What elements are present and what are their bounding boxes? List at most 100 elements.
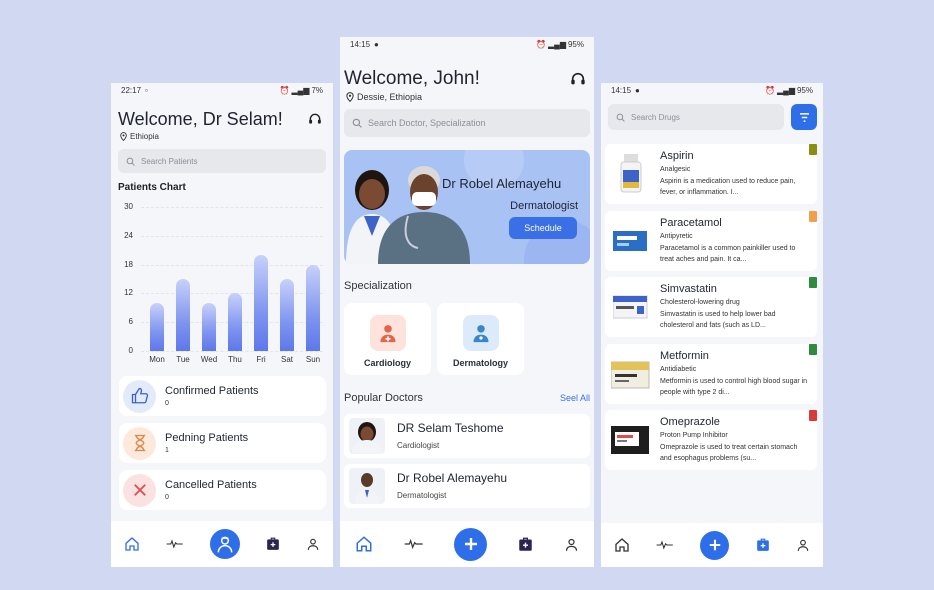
search-input[interactable]: Search Doctor, Specialization [344, 109, 590, 137]
search-input[interactable]: Search Patients [118, 149, 326, 173]
drug-description: Paracetamol is a common painkiller used … [660, 244, 796, 263]
nav-home-button[interactable] [124, 536, 140, 552]
drug-card[interactable]: Paracetamol Antipyretic Paracetamol is a c… [605, 210, 817, 271]
doctor-specialty: Cardiologist [397, 441, 440, 450]
bar-wed [202, 303, 216, 351]
page-title: Welcome, Dr Selam! [118, 109, 283, 129]
drug-category: Antidiabetic [660, 365, 697, 373]
drug-image [611, 221, 651, 261]
x-tick-label: Thu [228, 355, 242, 364]
location: Dessie, Ethiopia [346, 92, 422, 102]
drug-name: Paracetamol [660, 216, 722, 229]
bar-tue [176, 279, 190, 351]
nav-medical-button[interactable] [266, 537, 280, 551]
nav-profile-button[interactable] [796, 538, 810, 552]
nav-home-button[interactable] [614, 537, 630, 553]
bar-fri [254, 255, 268, 351]
bar-sat [280, 279, 294, 351]
status-flag-icon [809, 277, 817, 288]
specialization-card-cardiology[interactable]: Cardiology [344, 303, 431, 375]
bar-mon [150, 303, 164, 351]
y-tick-label: 12 [124, 288, 133, 298]
nav-activity-button[interactable] [404, 538, 424, 550]
profile-icon [565, 538, 577, 551]
status-battery: 95% [796, 85, 813, 95]
medical-box-icon [519, 537, 532, 551]
stat-count: 0 [165, 400, 169, 407]
x-tick-label: Sun [305, 355, 321, 364]
nav-activity-button[interactable] [656, 539, 674, 551]
filter-button[interactable] [791, 104, 817, 130]
nav-add-button[interactable] [700, 530, 730, 560]
specialization-heading: Specialization [344, 280, 412, 292]
stat-card[interactable]: Pedning Patients 1 [119, 423, 326, 463]
status-bar: 22:17 ▫ ⏰ ▂▄▆ 7% [111, 83, 333, 97]
nav-add-button[interactable] [454, 527, 488, 561]
bottom-nav [111, 521, 333, 567]
status-flag-icon [809, 410, 817, 421]
search-placeholder: Search Drugs [631, 112, 680, 122]
status-flag-icon [809, 343, 817, 355]
drug-category: Analgesic [660, 166, 691, 173]
featured-doctor-banner: Dr Robel Alemayehu Dermatologist Schedul… [344, 150, 590, 264]
status-time: 22:17 [121, 85, 142, 95]
drug-card[interactable]: Metformin Antidiabetic Metformin is used t… [605, 343, 817, 404]
drugs-screen: 14:15 ● ⏰ ▂▄▆ 95% Search Drugs Aspirin Analg… [601, 83, 823, 567]
stat-label: Confirmed Patients [165, 385, 259, 397]
thumbs-up-icon [123, 379, 156, 413]
nav-doctor-button[interactable] [210, 529, 240, 559]
nav-profile-button[interactable] [306, 537, 320, 551]
drug-name: Aspirin [660, 150, 694, 162]
specialization-card-dermatology[interactable]: Dermatology [437, 303, 524, 375]
doctor-card[interactable]: Dr Robel Alemayehu Dermatologist [344, 464, 590, 508]
page-title: Welcome, John! [344, 68, 480, 89]
status-flag-icon [809, 210, 817, 222]
nav-medical-button[interactable] [518, 537, 533, 552]
grid-line [141, 351, 323, 352]
y-tick-label: 0 [128, 346, 133, 355]
medical-box-icon [267, 537, 279, 550]
search-icon [126, 157, 135, 166]
y-tick-label: 24 [124, 230, 133, 240]
plus-icon [709, 539, 721, 551]
y-tick-label: 30 [124, 202, 133, 211]
nav-home-button[interactable] [355, 535, 373, 553]
schedule-button[interactable]: Schedule [509, 217, 577, 239]
headset-icon[interactable] [308, 112, 322, 126]
location-label: Ethiopia [130, 132, 159, 141]
x-icon [123, 473, 156, 507]
stat-count: 0 [165, 494, 169, 501]
see-all-link[interactable]: Seel All [560, 393, 590, 403]
notification-icon: ● [374, 40, 379, 49]
nav-activity-button[interactable] [166, 538, 184, 550]
home-icon [356, 536, 372, 552]
doctor-specialty: Dermatologist [397, 491, 447, 500]
home-icon [125, 537, 139, 551]
status-bar: 14:15 ● ⏰ ▂▄▆ 95% [340, 37, 594, 52]
y-tick-label: 6 [128, 317, 133, 327]
headset-icon[interactable] [570, 71, 586, 87]
drug-category: Cholesterol-lowering drug [660, 299, 740, 306]
nav-profile-button[interactable] [564, 537, 579, 552]
drug-description: Simvastatin is used to help lower bad ch… [660, 311, 776, 329]
location-pin-icon [346, 92, 354, 102]
search-icon [352, 118, 362, 128]
drug-image [611, 354, 651, 394]
drug-image [611, 154, 651, 194]
profile-icon [307, 538, 319, 550]
drug-name: Simvastatin [660, 283, 717, 295]
search-input[interactable]: Search Drugs [608, 104, 784, 130]
bottom-nav [340, 521, 594, 567]
doctor-card[interactable]: DR Selam Teshome Cardiologist [344, 414, 590, 458]
stat-card[interactable]: Confirmed Patients 0 [119, 376, 326, 416]
nav-medical-button[interactable] [756, 538, 770, 552]
activity-icon [166, 539, 183, 549]
alarm-icon: ⏰ [279, 85, 290, 95]
drug-card[interactable]: Simvastatin Cholesterol-lowering drug Simv… [605, 277, 817, 337]
drug-card[interactable]: Aspirin Analgesic Aspirin is a medication … [605, 144, 817, 204]
stat-card[interactable]: Cancelled Patients 0 [119, 470, 326, 510]
status-flag-icon [809, 144, 817, 155]
drug-card[interactable]: Omeprazole Proton Pump Inhibitor Omeprazol… [605, 410, 817, 470]
signal-icon: ▂▄▆ [777, 85, 795, 95]
plus-icon [464, 538, 477, 550]
